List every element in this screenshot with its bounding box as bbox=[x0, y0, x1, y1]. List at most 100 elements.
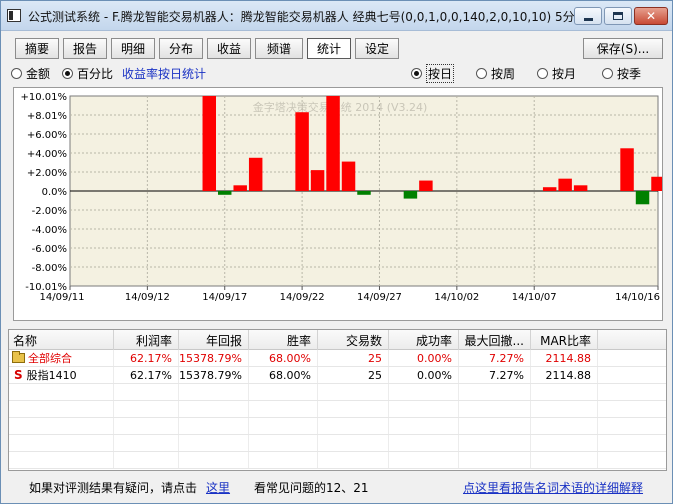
empty-cell bbox=[249, 384, 318, 400]
row-value-cell: 7.27% bbox=[459, 367, 531, 383]
empty-cell bbox=[459, 384, 531, 400]
tab-report[interactable]: 报告 bbox=[63, 38, 107, 59]
maximize-icon bbox=[613, 12, 623, 20]
empty-cell bbox=[598, 418, 666, 434]
table-header: 名称 利润率 年回报 胜率 交易数 成功率 最大回撤... MAR比率 bbox=[9, 330, 666, 350]
results-table: 名称 利润率 年回报 胜率 交易数 成功率 最大回撤... MAR比率 全部综合… bbox=[8, 329, 667, 471]
col-mar-ratio[interactable]: MAR比率 bbox=[531, 330, 598, 350]
footer-faq-text: 看常见问题的12、21 bbox=[254, 481, 369, 495]
row-value-cell: 15378.79% bbox=[179, 350, 249, 366]
tab-detail[interactable]: 明细 bbox=[111, 38, 155, 59]
footer: 如果对评测结果有疑问，请点击 这里 看常见问题的12、21 点这里看报告名词术语… bbox=[1, 479, 672, 497]
title-bar: 公式测试系统 - F.腾龙智能交易机器人：腾龙智能交易机器人 经典七号(0,0,… bbox=[1, 1, 672, 31]
return-bar bbox=[558, 178, 572, 191]
row-value-cell: 7.27% bbox=[459, 350, 531, 366]
empty-cell bbox=[114, 418, 179, 434]
row-value-cell: 25 bbox=[318, 350, 389, 366]
row-value-cell: 15378.79% bbox=[179, 367, 249, 383]
empty-cell bbox=[531, 418, 598, 434]
save-button[interactable]: 保存(S)... bbox=[583, 38, 663, 59]
daily-stats-link[interactable]: 收益率按日统计 bbox=[122, 65, 206, 82]
by-quarter-label: 按季 bbox=[617, 66, 642, 81]
col-profit-rate[interactable]: 利润率 bbox=[114, 330, 179, 350]
empty-cell bbox=[318, 452, 389, 468]
empty-cell bbox=[318, 418, 389, 434]
empty-cell bbox=[598, 384, 666, 400]
return-bar bbox=[341, 161, 356, 191]
return-bar bbox=[573, 185, 588, 191]
footer-terms-link[interactable]: 点这里看报告名词术语的详细解释 bbox=[463, 479, 643, 496]
empty-cell bbox=[114, 435, 179, 451]
row-value-cell: 2114.88 bbox=[531, 367, 598, 383]
row-value-cell: 68.00% bbox=[249, 367, 318, 383]
empty-cell bbox=[531, 452, 598, 468]
empty-cell bbox=[459, 452, 531, 468]
empty-cell bbox=[459, 435, 531, 451]
by-week-radio[interactable] bbox=[476, 67, 488, 79]
empty-cell bbox=[598, 401, 666, 417]
empty-cell bbox=[389, 435, 459, 451]
x-tick-label: 14/10/07 bbox=[512, 292, 557, 303]
col-trade-count[interactable]: 交易数 bbox=[318, 330, 389, 350]
col-annual-return[interactable]: 年回报 bbox=[179, 330, 249, 350]
col-success-rate[interactable]: 成功率 bbox=[389, 330, 459, 350]
returns-chart: 金字塔决策交易系统 2014 (V3.24) +10.01% +8.01% +6.00… bbox=[13, 87, 663, 321]
return-bar bbox=[233, 185, 247, 191]
returns-chart-svg: 金字塔决策交易系统 2014 (V3.24) +10.01% +8.01% +6.00… bbox=[20, 92, 662, 303]
return-bar bbox=[202, 96, 216, 191]
row-name: 股指1410 bbox=[26, 369, 77, 382]
minimize-icon bbox=[583, 17, 593, 21]
return-bar bbox=[419, 180, 433, 191]
percent-radio[interactable] bbox=[62, 67, 74, 79]
footer-question-text: 如果对评测结果有疑问，请点击 bbox=[29, 481, 198, 495]
y-tick-label: +2.00% bbox=[27, 168, 67, 179]
return-bar bbox=[651, 176, 662, 191]
empty-cell bbox=[459, 401, 531, 417]
empty-cell bbox=[598, 435, 666, 451]
return-bar bbox=[357, 191, 371, 195]
close-button[interactable]: ✕ bbox=[634, 7, 668, 25]
empty-cell bbox=[114, 452, 179, 468]
tab-settings[interactable]: 设定 bbox=[355, 38, 399, 59]
tab-bar: 摘要 报告 明细 分布 收益 频谱 统计 设定 bbox=[15, 38, 403, 59]
chart-watermark: 金字塔决策交易系统 2014 (V3.24) bbox=[253, 100, 428, 114]
tab-returns[interactable]: 收益 bbox=[207, 38, 251, 59]
y-tick-label: +4.00% bbox=[27, 149, 67, 160]
col-win-rate[interactable]: 胜率 bbox=[249, 330, 318, 350]
y-tick-label: +10.01% bbox=[20, 92, 67, 103]
col-name[interactable]: 名称 bbox=[9, 330, 114, 350]
footer-here-link[interactable]: 这里 bbox=[206, 479, 230, 496]
col-max-drawdown[interactable]: 最大回撤... bbox=[459, 330, 531, 350]
table-row bbox=[9, 418, 666, 435]
row-value-cell: 62.17% bbox=[114, 350, 179, 366]
tab-spectrum[interactable]: 频谱 bbox=[255, 38, 303, 59]
y-tick-label: -2.00% bbox=[32, 206, 67, 217]
row-name-cell: S 股指1410 bbox=[9, 367, 114, 383]
app-window: 公式测试系统 - F.腾龙智能交易机器人：腾龙智能交易机器人 经典七号(0,0,… bbox=[0, 0, 673, 504]
maximize-button[interactable] bbox=[604, 7, 632, 25]
empty-cell bbox=[389, 384, 459, 400]
by-day-label: 按日 bbox=[426, 63, 455, 83]
by-month-radio[interactable] bbox=[537, 67, 549, 79]
empty-cell bbox=[318, 384, 389, 400]
tab-summary[interactable]: 摘要 bbox=[15, 38, 59, 59]
amount-radio[interactable] bbox=[11, 67, 22, 79]
table-row[interactable]: S 股指1410 62.17% 15378.79% 68.00% 25 0.00% 7.27%… bbox=[9, 367, 666, 384]
table-row bbox=[9, 384, 666, 401]
return-bar bbox=[295, 112, 309, 191]
tab-distribution[interactable]: 分布 bbox=[159, 38, 203, 59]
empty-cell bbox=[179, 452, 249, 468]
by-quarter-radio[interactable] bbox=[602, 67, 614, 79]
table-row[interactable]: 全部综合 62.17% 15378.79% 68.00% 25 0.00% 7.27% 211… bbox=[9, 350, 666, 367]
empty-cell bbox=[179, 384, 249, 400]
row-value-cell: 2114.88 bbox=[531, 350, 598, 366]
period-options: 按日 按周 按月 按季 bbox=[411, 63, 642, 83]
by-day-radio[interactable] bbox=[411, 67, 422, 79]
return-bar bbox=[403, 191, 418, 199]
window-title: 公式测试系统 - F.腾龙智能交易机器人：腾龙智能交易机器人 经典七号(0,0,… bbox=[28, 10, 575, 24]
minimize-button[interactable] bbox=[574, 7, 602, 25]
tab-statistics[interactable]: 统计 bbox=[307, 38, 351, 59]
row-value-cell: 62.17% bbox=[114, 367, 179, 383]
empty-cell bbox=[531, 384, 598, 400]
return-bar bbox=[635, 191, 650, 205]
